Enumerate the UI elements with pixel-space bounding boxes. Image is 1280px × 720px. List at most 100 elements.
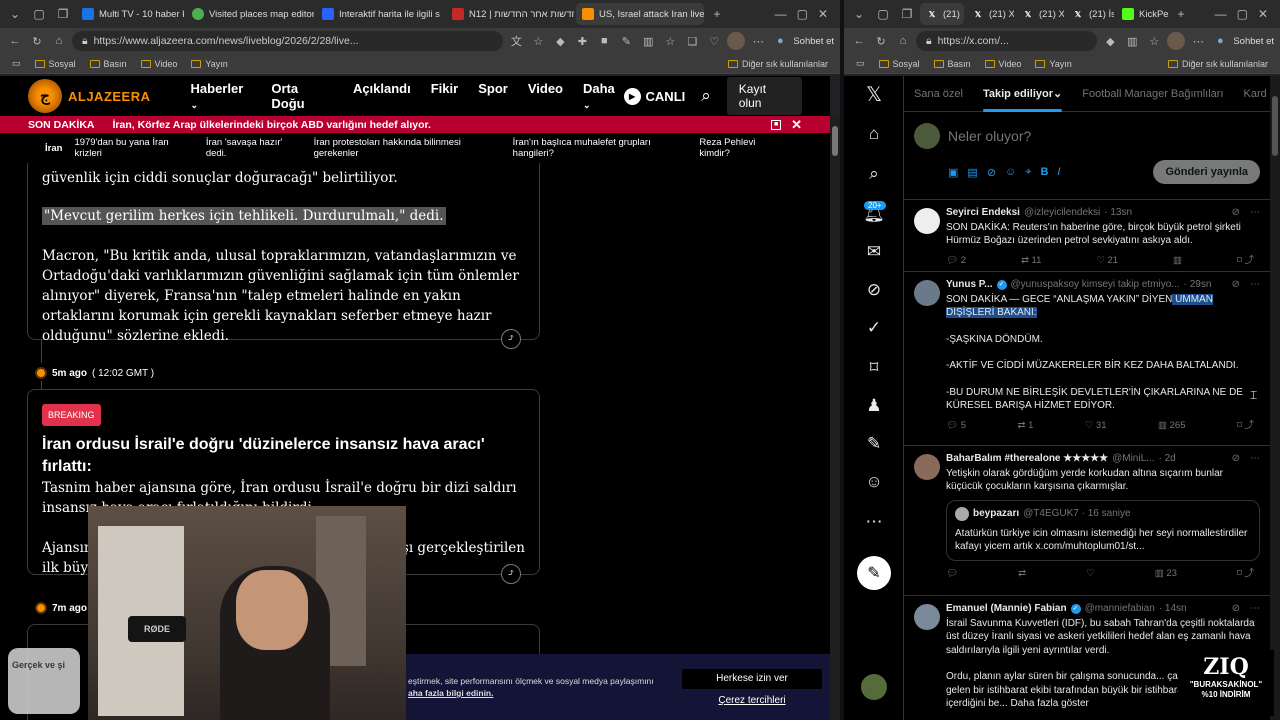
gif-icon[interactable]: ▤ [967, 166, 977, 179]
tweet-author[interactable]: BaharBalım #therealone ★★★★★ [946, 452, 1108, 466]
views-icon[interactable]: ▥ [1173, 254, 1182, 268]
other-favorites[interactable]: Diğer sık kullanılanlar [1167, 59, 1268, 69]
avatar[interactable] [914, 280, 940, 306]
cookie-preferences-link[interactable]: Çerez tercihleri [718, 695, 785, 706]
bookmark-folder[interactable]: Video [984, 59, 1021, 69]
bold-icon[interactable]: B [1040, 166, 1048, 179]
scrollbar-thumb[interactable] [1272, 96, 1278, 156]
breaking-banner[interactable]: SON DAKİKA İran, Körfez Arap ülkelerinde… [0, 116, 830, 133]
repost-icon[interactable]: ⇄ 1 [1017, 419, 1033, 433]
reading-list-icon[interactable]: ▭ [12, 58, 21, 69]
compose-input[interactable]: Neler oluyor? [948, 128, 1031, 144]
italic-icon[interactable]: I [1057, 166, 1060, 179]
tab-x[interactable]: 𝕏 (21) [920, 3, 964, 25]
extension-icon[interactable]: ◆ [1101, 32, 1119, 50]
grok-icon[interactable]: ⊘ [987, 166, 996, 179]
favorites-icon[interactable]: ☆ [1145, 32, 1163, 50]
post-compose-button[interactable]: ✎ [857, 556, 891, 590]
split-screen-icon[interactable]: ▥ [1123, 32, 1141, 50]
back-icon[interactable]: ← [850, 32, 868, 50]
location-icon[interactable]: ⌖ [1025, 166, 1031, 179]
tab-visited-places[interactable]: Visited places map editor✕ [186, 3, 314, 25]
extension-icon[interactable]: ✚ [573, 32, 591, 50]
refresh-icon[interactable]: ↻ [872, 32, 890, 50]
copilot-icon[interactable]: ● [1211, 32, 1229, 50]
favorites-icon[interactable]: ☆ [661, 32, 679, 50]
bookmarks-icon[interactable]: ⌑ [862, 356, 886, 380]
home-icon[interactable]: ⌂ [50, 32, 68, 50]
learn-more-link[interactable]: aha fazla bilgi edinin. [408, 688, 494, 698]
profile-icon[interactable]: ☺ [862, 470, 886, 494]
tab-n12[interactable]: N12 | חדשות אחר החדשות✕ [446, 3, 574, 25]
reply-icon[interactable]: 💬︎ 2 [946, 254, 966, 268]
more-icon[interactable]: ⋯ [1250, 452, 1260, 466]
grok-icon[interactable]: ⊘ [1232, 206, 1240, 220]
nav-item-orta-dogu[interactable]: Orta Doğu [271, 81, 333, 111]
tab-actions-icon[interactable]: ⌄ [848, 3, 870, 25]
accept-cookies-button[interactable]: Herkese izin ver [682, 668, 822, 689]
grok-icon[interactable]: ⊘ [1232, 452, 1240, 466]
url-field[interactable]: 🔒︎ https://www.aljazeera.com/news/liveblo… [72, 31, 504, 51]
reply-icon[interactable]: 💬︎ 5 [946, 419, 966, 433]
home-icon[interactable]: ⌂ [894, 32, 912, 50]
topic-link[interactable]: İran 'savaşa hazır' dedi. [206, 137, 302, 159]
post-button[interactable]: Gönderi yayınla [1153, 160, 1260, 184]
communities-icon[interactable]: ✓ [862, 316, 886, 340]
grok-icon[interactable]: ⊘ [862, 278, 886, 302]
subscribe-button[interactable]: Kayıt olun [726, 77, 802, 115]
more-icon[interactable]: ⋯ [1250, 206, 1260, 220]
collections-icon[interactable]: ❏ [683, 32, 701, 50]
star-icon[interactable]: ☆ [529, 32, 547, 50]
x-logo-icon[interactable]: 𝕏 [862, 82, 886, 106]
topic-link[interactable]: 1979'dan bu yana İran krizleri [74, 137, 193, 159]
maximize-icon[interactable]: ▢ [1237, 7, 1248, 21]
back-icon[interactable]: ← [6, 32, 24, 50]
messages-icon[interactable]: ✉ [862, 240, 886, 264]
tab-x[interactable]: 𝕏(21) İsr [1066, 3, 1114, 25]
maximize-icon[interactable]: ▢ [797, 7, 808, 21]
tab-x[interactable]: 𝕏(21) X F [1016, 3, 1064, 25]
like-icon[interactable]: ♡ 31 [1085, 419, 1107, 433]
split-screen-icon[interactable]: ▥ [639, 32, 657, 50]
tab-actions-icon[interactable]: ⌄ [4, 3, 26, 25]
bookmark-folder[interactable]: Basın [933, 59, 971, 69]
emoji-icon[interactable]: ☺ [1005, 166, 1016, 179]
quoted-tweet[interactable]: beypazarı @T4EGUK7 · 16 saniye Atatürkün … [946, 499, 1260, 561]
bookmark-folder[interactable]: Yayın [1035, 59, 1072, 69]
extension-icon[interactable]: ◆ [551, 32, 569, 50]
avatar[interactable] [1167, 32, 1186, 50]
share-icon[interactable]: ⤴ [501, 564, 521, 584]
search-icon[interactable]: ⌕ [862, 162, 886, 186]
grok-icon[interactable]: ⊘ [1232, 278, 1240, 292]
repost-icon[interactable]: ⇄ [1018, 567, 1026, 581]
expand-icon[interactable]: ■ [771, 119, 782, 130]
bookmark-folder[interactable]: Basın [89, 59, 127, 69]
more-icon[interactable]: ⋯ [749, 32, 767, 50]
more-icon[interactable]: ⋯ [1250, 278, 1260, 292]
like-icon[interactable]: ♡ [1086, 567, 1095, 581]
nav-item-fikir[interactable]: Fikir [431, 81, 458, 111]
tab-aljazeera[interactable]: US, Israel attack Iran live:✕ [576, 3, 704, 25]
tweet-author[interactable]: Seyirci Endeksi [946, 206, 1020, 220]
close-window-icon[interactable]: ✕ [818, 7, 828, 21]
tweet-author[interactable]: Emanuel (Mannie) Fabian [946, 602, 1067, 616]
new-tab-icon[interactable]: + [1170, 3, 1192, 25]
aljazeera-logo[interactable]: ج ALJAZEERA [28, 79, 151, 113]
tab-groups-icon[interactable]: ❐ [52, 3, 74, 25]
like-icon[interactable]: ♡ 21 [1096, 254, 1118, 268]
other-favorites[interactable]: Diğer sık kullanılanlar [727, 59, 828, 69]
bookmark-folder[interactable]: Yayın [191, 59, 228, 69]
nav-item-video[interactable]: Video [528, 81, 563, 111]
tab-groups-icon[interactable]: ❐ [896, 3, 918, 25]
search-icon[interactable]: ⌕ [701, 86, 711, 106]
chat-button[interactable]: Sohbet et [793, 36, 834, 47]
reading-list-icon[interactable]: ▭ [856, 58, 865, 69]
grok-icon[interactable]: ⊘ [1232, 602, 1240, 616]
nav-item-aciklandi[interactable]: Açıklandı [353, 81, 411, 111]
tweet[interactable]: Seyirci Endeksi @izleyicilendeksi · 13sn ⊘ ⋯… [904, 200, 1270, 272]
refresh-icon[interactable]: ↻ [28, 32, 46, 50]
scrollbar-thumb[interactable] [832, 126, 838, 156]
extension-icon[interactable]: ✎ [617, 32, 635, 50]
premium-icon[interactable]: ✎ [862, 432, 886, 456]
extension-icon[interactable]: ■ [595, 32, 613, 50]
